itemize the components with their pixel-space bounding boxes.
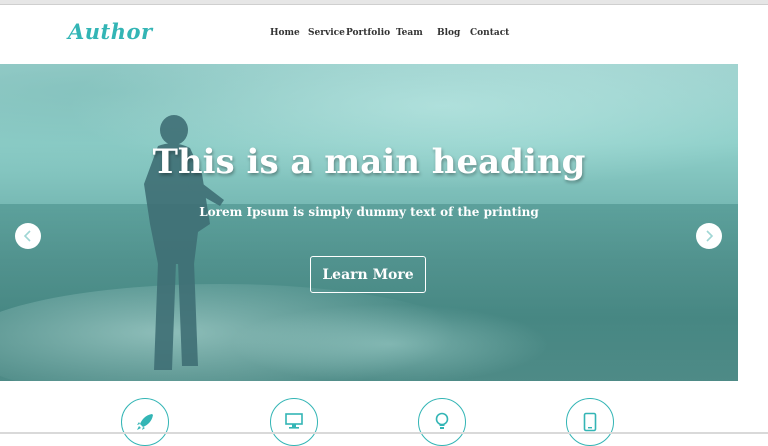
- top-navbar: Author Home Service Portfolio Team Blog …: [0, 5, 738, 64]
- hero-slider: This is a main heading Lorem Ipsum is si…: [0, 64, 738, 381]
- lightbulb-icon: [435, 412, 449, 429]
- site-logo[interactable]: Author: [68, 19, 153, 44]
- learn-more-button[interactable]: Learn More: [310, 256, 426, 293]
- hero-heading: This is a main heading: [152, 142, 586, 182]
- hero-subheading: Lorem Ipsum is simply dummy text of the …: [199, 205, 539, 219]
- rocket-icon: [137, 414, 153, 430]
- chevron-left-icon: [23, 230, 31, 242]
- feature-monitor-circle[interactable]: [270, 398, 318, 446]
- feature-rocket-circle[interactable]: [121, 398, 169, 446]
- monitor-icon: [285, 413, 303, 429]
- nav-item-home[interactable]: Home: [270, 28, 300, 38]
- nav-item-service[interactable]: Service: [308, 28, 345, 38]
- page-gutter: [738, 5, 768, 381]
- chevron-right-icon: [706, 230, 714, 242]
- feature-lightbulb-circle[interactable]: [418, 398, 466, 446]
- features-section: [0, 381, 768, 446]
- nav-item-portfolio[interactable]: Portfolio: [346, 28, 390, 38]
- hero-wave-foam-secondary: [230, 304, 550, 381]
- feature-tablet-circle[interactable]: [566, 398, 614, 446]
- hero-sky: [0, 64, 738, 204]
- tablet-icon: [583, 412, 597, 432]
- nav-item-contact[interactable]: Contact: [470, 28, 509, 38]
- slider-next-button[interactable]: [696, 223, 722, 249]
- nav-item-blog[interactable]: Blog: [437, 28, 460, 38]
- slider-prev-button[interactable]: [15, 223, 41, 249]
- nav-item-team[interactable]: Team: [396, 28, 423, 38]
